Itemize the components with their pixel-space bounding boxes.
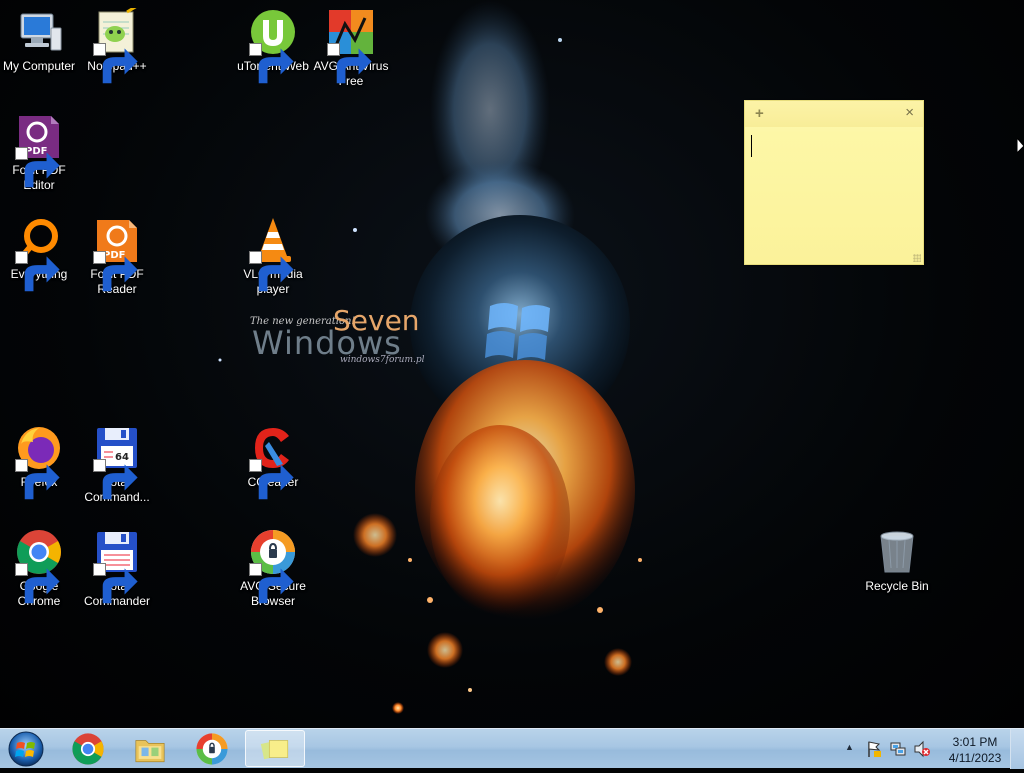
foxit-pdf-editor-icon: PDF — [15, 112, 63, 188]
shortcut-arrow-icon — [249, 251, 294, 292]
desktop-icon-firefox[interactable]: Firefox — [0, 418, 79, 500]
sticky-note-window[interactable]: + × — [744, 100, 924, 265]
taskbar: ▲ 3:01 PM 4/11/2023 — [0, 728, 1024, 769]
clock-time: 3:01 PM — [952, 735, 998, 749]
windows-orb-icon — [8, 731, 44, 767]
desktop-icon-label: My Computer — [2, 59, 76, 73]
desktop-icon-avg-secure-browser[interactable]: AVG Secure Browser — [233, 522, 313, 609]
shortcut-arrow-icon — [15, 251, 60, 292]
desktop-icon-utorrent-web[interactable]: uTorrent Web — [233, 2, 313, 84]
folder-icon — [135, 739, 165, 762]
computer-icon — [15, 8, 63, 56]
recycle-bin-icon — [873, 528, 921, 576]
everything-search-icon — [15, 216, 63, 292]
total-commander-64-icon: 64 — [93, 424, 141, 500]
desktop-icon-total-commander-64[interactable]: 64 Total Command... — [77, 418, 157, 505]
wallpaper-forum-text: windows7forum.pl — [340, 355, 425, 365]
desktop-icon-label: Recycle Bin — [865, 579, 929, 593]
shortcut-arrow-icon — [93, 251, 138, 292]
desktop-icon-avg-antivirus[interactable]: AVG AntiVirus Free — [311, 2, 391, 89]
firefox-icon — [15, 424, 63, 500]
desktop-icon-recycle-bin[interactable]: Recycle Bin — [857, 522, 937, 594]
ccleaner-icon — [249, 424, 297, 500]
close-note-button[interactable]: × — [905, 104, 914, 121]
total-commander-icon — [93, 528, 141, 604]
desktop-icon-foxit-pdf-editor[interactable]: PDF Foxit PDF Editor — [0, 106, 79, 193]
taskbar-sticky-notes-button[interactable] — [245, 730, 305, 767]
start-button[interactable] — [4, 730, 48, 768]
taskbar-chrome-button[interactable] — [58, 730, 118, 767]
clock-date: 4/11/2023 — [948, 751, 1002, 765]
utorrent-icon — [249, 8, 297, 84]
show-desktop-button[interactable] — [1010, 729, 1024, 769]
shortcut-arrow-icon — [249, 563, 294, 604]
shortcut-arrow-icon — [93, 43, 138, 84]
network-icon[interactable] — [889, 740, 907, 758]
desktop-icon-everything[interactable]: Everything — [0, 210, 79, 292]
sticky-note-titlebar[interactable]: + × — [745, 101, 923, 127]
resize-grip-icon[interactable] — [913, 254, 921, 262]
action-center-flag-icon[interactable] — [865, 740, 883, 758]
system-clock[interactable]: 3:01 PM 4/11/2023 — [936, 734, 1014, 766]
sticky-note-textarea[interactable] — [751, 131, 917, 254]
desktop-icon-notepadpp[interactable]: Notepad++ — [77, 2, 157, 84]
desktop-icon-my-computer[interactable]: My Computer — [0, 2, 79, 74]
desktop-icon-google-chrome[interactable]: Google Chrome — [0, 522, 79, 609]
shortcut-arrow-icon — [15, 147, 60, 188]
foxit-pdf-reader-icon: PDF — [93, 216, 141, 292]
taskbar-avg-browser-button[interactable] — [182, 730, 242, 767]
desktop-icon-vlc[interactable]: VLC media player — [233, 210, 313, 297]
desktop-icon-ccleaner[interactable]: CCleaner — [233, 418, 313, 500]
shortcut-arrow-icon — [15, 459, 60, 500]
desktop-icon-foxit-pdf-reader[interactable]: PDF Foxit PDF Reader — [77, 210, 157, 297]
shortcut-arrow-icon — [249, 459, 294, 500]
chrome-icon — [72, 732, 104, 765]
shortcut-arrow-icon — [93, 459, 138, 500]
shortcut-arrow-icon — [93, 563, 138, 604]
avg-secure-browser-icon — [196, 732, 228, 765]
avg-secure-browser-icon — [249, 528, 297, 604]
shortcut-arrow-icon — [249, 43, 294, 84]
show-hidden-icons-button[interactable]: ▲ — [845, 742, 854, 752]
vlc-cone-icon — [249, 216, 297, 292]
shortcut-arrow-icon — [15, 563, 60, 604]
sticky-notes-icon — [260, 739, 289, 759]
notepadpp-icon — [93, 8, 141, 84]
shortcut-arrow-icon — [327, 43, 372, 84]
desktop-icon-total-commander[interactable]: Total Commander — [77, 522, 157, 609]
chrome-icon — [15, 528, 63, 604]
new-note-button[interactable]: + — [755, 105, 764, 122]
avg-antivirus-icon — [327, 8, 375, 84]
text-caret — [751, 135, 752, 157]
volume-muted-icon[interactable] — [913, 740, 931, 758]
mouse-cursor-icon — [1016, 136, 1024, 165]
taskbar-explorer-button[interactable] — [120, 730, 180, 767]
